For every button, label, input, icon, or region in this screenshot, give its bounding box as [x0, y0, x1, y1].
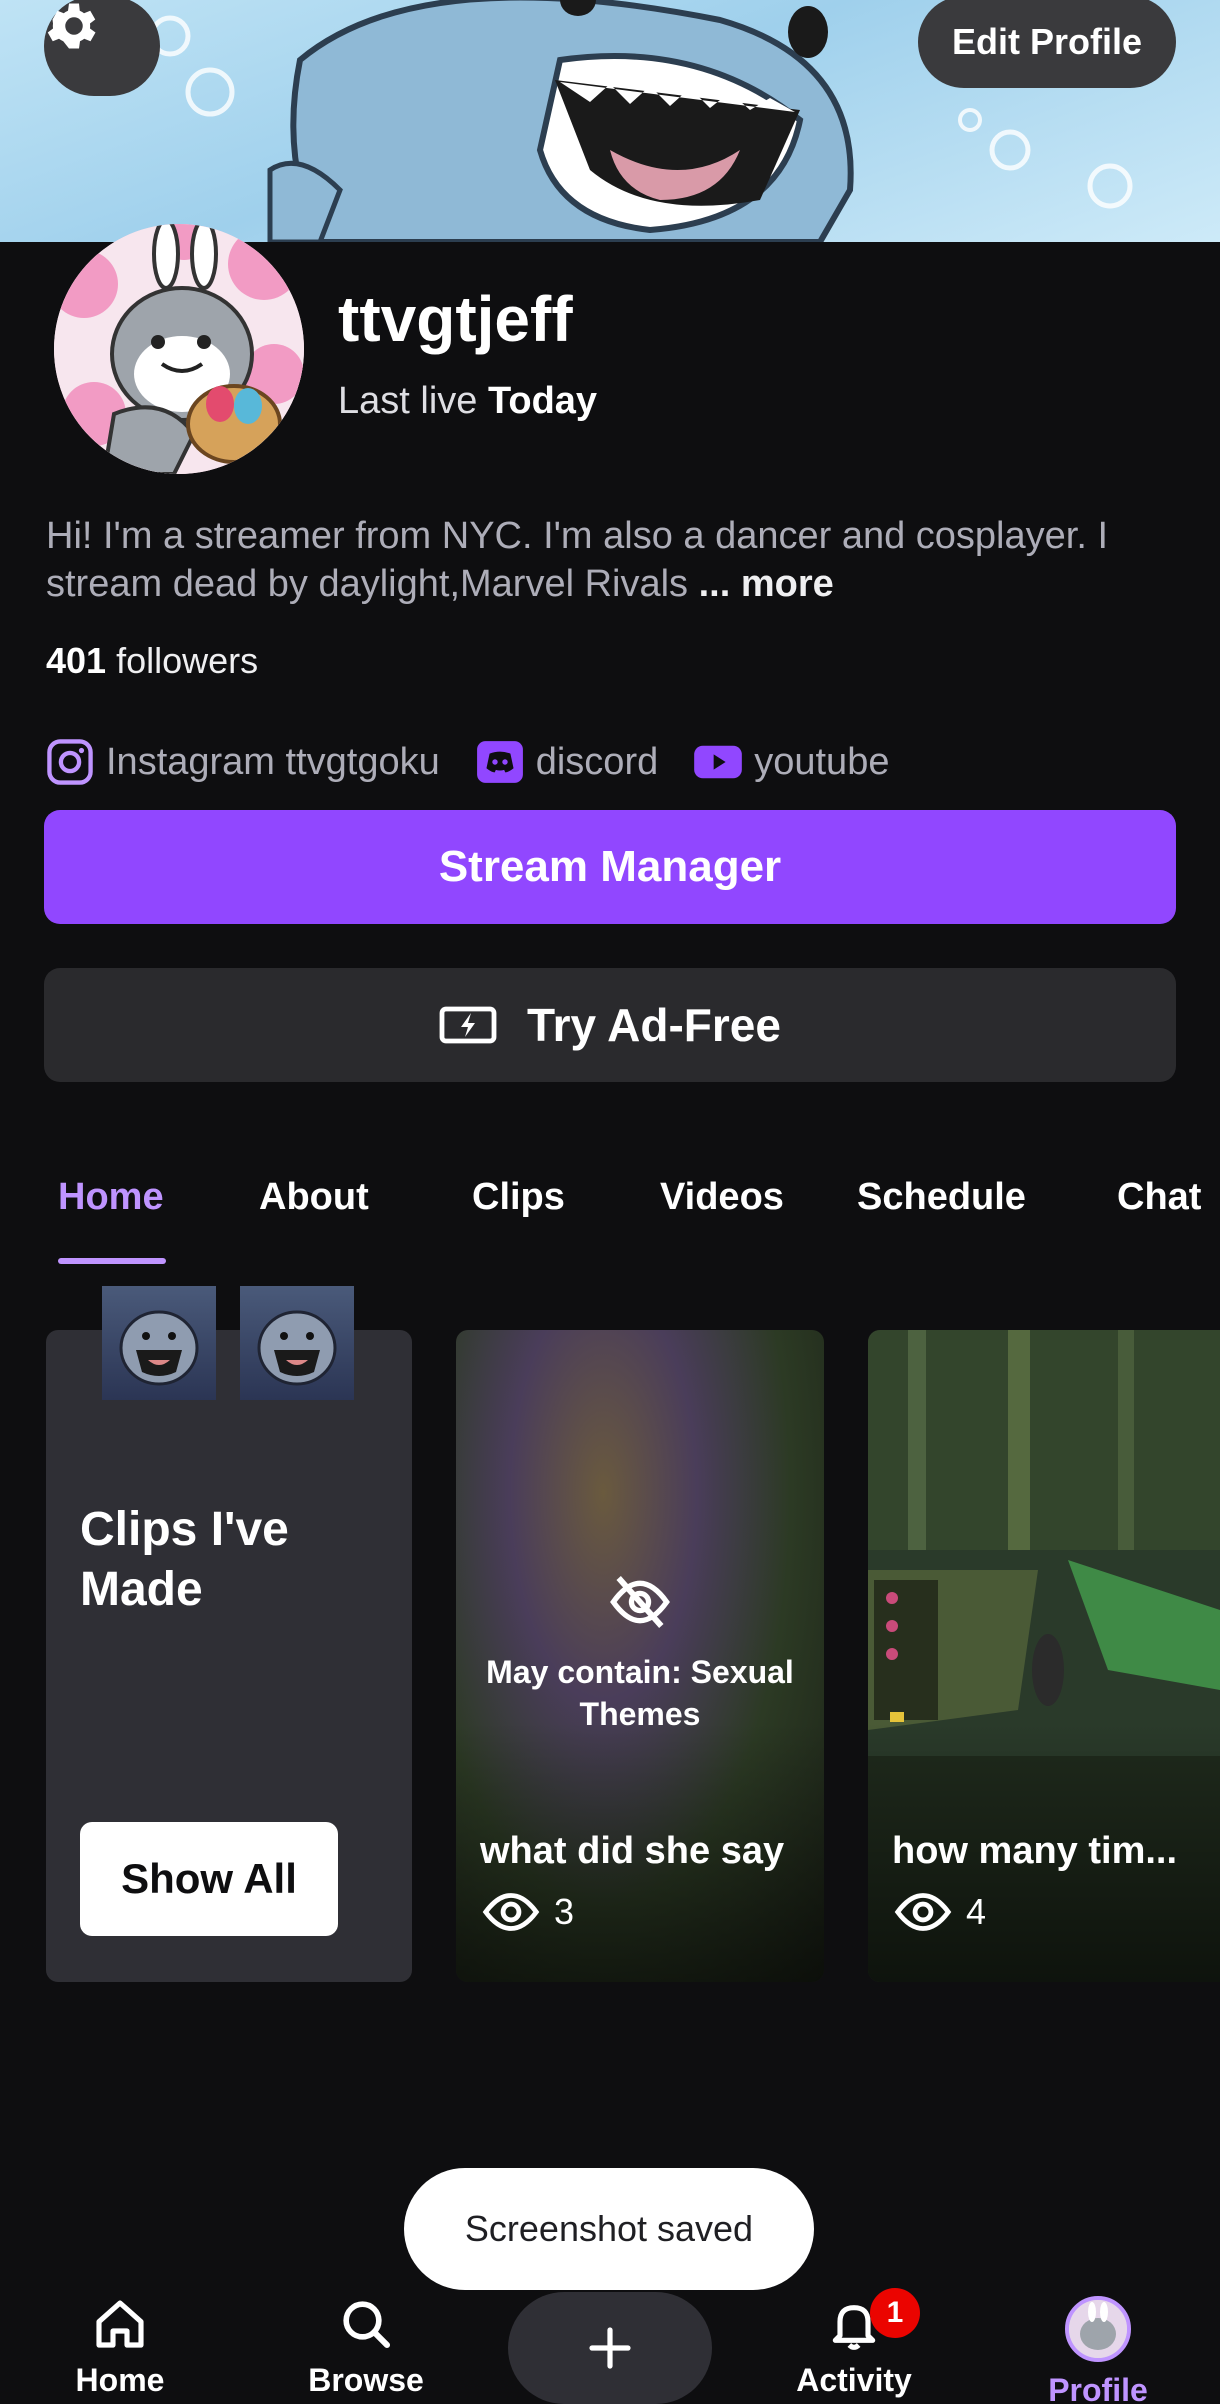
instagram-icon [44, 736, 96, 788]
eye-icon [894, 1890, 952, 1934]
followers-count[interactable]: 401 followers [46, 640, 258, 682]
plus-icon [589, 2327, 631, 2369]
view-count: 4 [894, 1890, 986, 1934]
followers-number: 401 [46, 640, 107, 681]
view-count: 3 [482, 1890, 574, 1934]
social-label: youtube [754, 740, 890, 783]
settings-button[interactable] [44, 0, 160, 96]
username: ttvgtjeff [338, 283, 573, 355]
tab-about[interactable]: About [259, 1176, 369, 1219]
active-tab-indicator [58, 1258, 166, 1264]
stream-manager-button[interactable]: Stream Manager [44, 810, 1176, 924]
eye-icon [482, 1890, 540, 1934]
youtube-icon [692, 736, 744, 788]
gear-icon [47, 3, 96, 49]
shark-thumbnail-art [257, 1310, 337, 1386]
eye-off-icon [610, 1576, 670, 1628]
view-count-value: 3 [554, 1891, 575, 1932]
social-link-discord[interactable]: discord [474, 736, 659, 788]
tab-chat[interactable]: Chat [1117, 1176, 1201, 1219]
show-all-button[interactable]: Show All [80, 1822, 338, 1936]
ad-free-icon [439, 1003, 497, 1047]
last-live-status: Last live Today [338, 380, 597, 423]
last-live-value: Today [487, 380, 598, 422]
search-icon [343, 2301, 391, 2349]
followers-label: followers [116, 640, 259, 681]
social-label: discord [535, 740, 659, 783]
clips-card-title: Clips I've Made [80, 1503, 289, 1616]
try-ad-free-button[interactable]: Try Ad-Free [44, 968, 1176, 1082]
profile-avatar-small [1065, 2296, 1131, 2362]
social-label: Instagram ttvgtgoku [106, 740, 440, 783]
tab-schedule[interactable]: Schedule [857, 1176, 1026, 1219]
video-title: how many tim... [892, 1830, 1178, 1872]
nav-profile[interactable]: Profile [1008, 2296, 1188, 2404]
shark-bunny-avatar-art [54, 224, 304, 474]
ad-free-label: Try Ad-Free [527, 999, 781, 1051]
nav-activity[interactable]: 1 Activity [764, 2288, 944, 2399]
nav-home-label: Home [75, 2362, 165, 2398]
profile-tabs: Home About Clips Videos Schedule Chat [0, 1160, 1220, 1264]
tab-home[interactable]: Home [58, 1176, 164, 1219]
nav-browse[interactable]: Browse [276, 2296, 456, 2399]
video-card[interactable]: how many tim... 4 [868, 1330, 1220, 1982]
discord-icon [474, 736, 526, 788]
tab-clips[interactable]: Clips [472, 1176, 565, 1219]
bio-more-link[interactable]: ... more [699, 563, 834, 605]
nav-activity-label: Activity [796, 2362, 912, 2398]
tab-videos[interactable]: Videos [660, 1176, 784, 1219]
nav-profile-label: Profile [1048, 2372, 1148, 2404]
create-button[interactable] [508, 2292, 712, 2404]
shark-thumbnail-art [119, 1310, 199, 1386]
clip-thumbnail [102, 1286, 216, 1400]
social-links: Instagram ttvgtgoku discord youtube [44, 732, 923, 792]
home-icon [96, 2300, 144, 2348]
activity-badge: 1 [870, 2288, 920, 2338]
nav-home[interactable]: Home [30, 2296, 210, 2399]
social-link-youtube[interactable]: youtube [692, 736, 889, 788]
bottom-navigation: Home Browse 1 Activity Profile [0, 2272, 1220, 2404]
nav-browse-label: Browse [308, 2362, 424, 2398]
profile-avatar[interactable] [54, 224, 304, 474]
video-title: what did she say [480, 1830, 785, 1872]
content-warning-text: May contain: Sexual Themes [486, 1654, 794, 1732]
video-card[interactable]: May contain: Sexual Themes what did she … [456, 1330, 824, 1982]
content-warning: May contain: Sexual Themes [456, 1570, 824, 1735]
bio-text: Hi! I'm a streamer from NYC. I'm also a … [46, 515, 1108, 605]
social-link-instagram[interactable]: Instagram ttvgtgoku [44, 736, 440, 788]
view-count-value: 4 [966, 1891, 987, 1932]
last-live-prefix: Last live [338, 380, 478, 422]
profile-banner: Edit Profile [0, 0, 1220, 242]
clip-thumbnail [240, 1286, 354, 1400]
clips-made-card[interactable]: Clips I've Made Show All [46, 1330, 412, 1982]
profile-bio: Hi! I'm a streamer from NYC. I'm also a … [46, 512, 1166, 608]
edit-profile-button[interactable]: Edit Profile [918, 0, 1176, 88]
